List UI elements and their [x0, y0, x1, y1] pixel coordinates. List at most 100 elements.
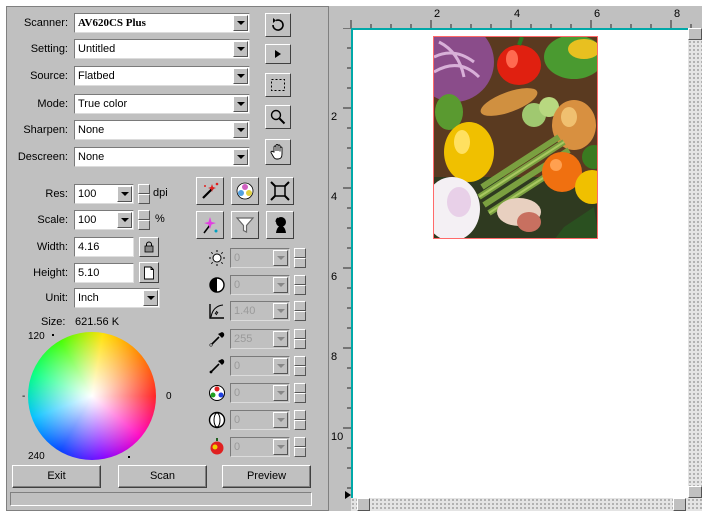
res-spinner[interactable] [138, 184, 150, 204]
exit-button[interactable]: Exit [12, 465, 101, 488]
chevron-down-icon[interactable] [273, 331, 288, 347]
adjustment-select[interactable]: 0 [230, 275, 290, 295]
mode-select[interactable]: True color [74, 94, 250, 114]
unit-select[interactable]: Inch [74, 288, 160, 308]
source-select[interactable]: Flatbed [74, 66, 250, 86]
scale-unit: % [155, 213, 165, 225]
descreen-tool-button[interactable] [231, 211, 259, 239]
adjustment-select[interactable]: 0 [230, 437, 290, 457]
crop-icon [270, 181, 290, 201]
height-label: Height: [33, 267, 68, 279]
zoom-button[interactable] [265, 105, 291, 129]
highlight-eyedropper-icon [208, 330, 228, 348]
width-field[interactable]: 4.16 [74, 237, 134, 257]
left-ruler: 2 4 6 8 10 [329, 28, 351, 511]
horizontal-scrollbar[interactable] [351, 498, 702, 511]
setting-select[interactable]: Untitled [74, 39, 250, 59]
reset-button[interactable] [265, 13, 291, 37]
adjustment-select[interactable]: 0 [230, 410, 290, 430]
scroll-down-button[interactable] [688, 486, 702, 498]
auto-adjust-button[interactable] [196, 177, 224, 205]
chevron-down-icon[interactable] [233, 68, 248, 84]
sharpen-value: None [78, 124, 105, 136]
width-label: Width: [36, 241, 68, 253]
color-wheel[interactable] [28, 332, 156, 460]
setting-label: Setting: [30, 43, 68, 55]
res-unit: dpi [153, 187, 168, 199]
adjustment-value: 0 [234, 441, 241, 453]
scanner-value: AV620CS Plus [78, 17, 146, 29]
chevron-down-icon[interactable] [233, 15, 248, 31]
chevron-down-icon[interactable] [233, 96, 248, 112]
adjustment-value: 1.40 [234, 305, 256, 317]
scale-spinner[interactable] [138, 210, 150, 230]
adjustment-select[interactable]: 1.40 [230, 301, 290, 321]
height-field[interactable]: 5.10 [74, 263, 134, 283]
funnel-icon [235, 217, 255, 233]
chevron-down-icon[interactable] [273, 385, 288, 401]
auto-crop-button[interactable] [266, 177, 294, 205]
preview-image-selection[interactable] [433, 36, 598, 239]
adjustment-spinner[interactable] [294, 356, 306, 376]
chevron-down-icon[interactable] [273, 250, 288, 266]
saturation-icon [208, 411, 228, 429]
adjustment-spinner[interactable] [294, 301, 306, 321]
scroll-left-button[interactable] [357, 498, 370, 511]
negative-button[interactable] [266, 211, 294, 239]
scroll-right-button[interactable] [673, 498, 686, 511]
marquee-icon [271, 79, 285, 91]
page-size-button[interactable] [139, 262, 159, 283]
pan-button[interactable] [265, 139, 291, 165]
adjustment-spinner[interactable] [294, 329, 306, 349]
adjustment-select[interactable]: 0 [230, 356, 290, 376]
chevron-down-icon[interactable] [273, 358, 288, 374]
sharpen-label: Sharpen: [23, 124, 68, 136]
preview-button[interactable]: Preview [222, 465, 311, 488]
adjustment-select[interactable]: 255 [230, 329, 290, 349]
lock-aspect-button[interactable] [139, 237, 159, 257]
descreen-select[interactable]: None [74, 147, 250, 167]
filter-button[interactable] [231, 177, 259, 205]
chevron-down-icon[interactable] [233, 149, 248, 165]
hand-icon [270, 144, 283, 160]
adjustment-value: 0 [234, 279, 241, 291]
color-wheel-panel: 120 240 0 - [20, 328, 180, 468]
vertical-scrollbar[interactable] [688, 28, 702, 498]
scan-canvas[interactable] [351, 28, 688, 498]
adjustment-spinner[interactable] [294, 275, 306, 295]
res-select[interactable]: 100 [74, 184, 134, 204]
chevron-down-icon[interactable] [273, 277, 288, 293]
adjustment-spinner[interactable] [294, 248, 306, 268]
res-value: 100 [78, 188, 97, 200]
scanner-select[interactable]: AV620CS Plus [74, 13, 250, 33]
source-label: Source: [30, 70, 68, 82]
page-icon [144, 266, 154, 279]
adjustment-spinner[interactable] [294, 410, 306, 430]
sharpen-select[interactable]: None [74, 120, 250, 140]
chevron-down-icon[interactable] [273, 412, 288, 428]
res-label: Res: [45, 188, 68, 200]
chevron-down-icon[interactable] [117, 186, 132, 202]
ruler-label: 2 [331, 111, 337, 123]
setting-value: Untitled [78, 43, 116, 55]
wheel-label-0: 0 [166, 391, 172, 402]
chevron-down-icon[interactable] [233, 41, 248, 57]
scan-button[interactable]: Scan [118, 465, 207, 488]
chevron-down-icon[interactable] [117, 212, 132, 228]
adjustment-select[interactable]: 0 [230, 383, 290, 403]
ruler-label: 8 [674, 8, 680, 20]
adjustment-spinner[interactable] [294, 383, 306, 403]
scroll-up-button[interactable] [688, 28, 702, 40]
select-area-button[interactable] [265, 73, 291, 97]
chevron-down-icon[interactable] [273, 439, 288, 455]
unit-label: Unit: [45, 292, 68, 304]
chevron-down-icon[interactable] [143, 290, 158, 306]
effect-button[interactable] [196, 211, 224, 239]
top-ruler: 2 4 6 8 [329, 6, 702, 38]
adjustment-spinner[interactable] [294, 437, 306, 457]
play-button[interactable] [265, 44, 291, 64]
chevron-down-icon[interactable] [233, 122, 248, 138]
adjustment-select[interactable]: 0 [230, 248, 290, 268]
scale-select[interactable]: 100 [74, 210, 134, 230]
chevron-down-icon[interactable] [273, 303, 288, 319]
